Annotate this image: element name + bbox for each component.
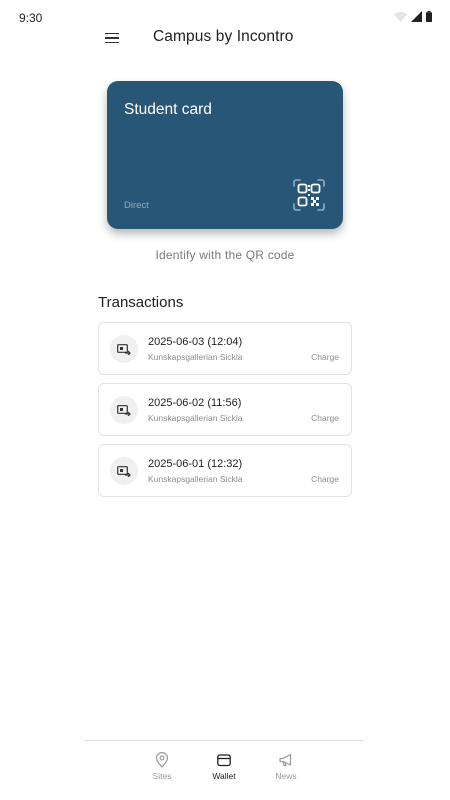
nav-label-wallet: Wallet (212, 771, 236, 781)
transaction-date: 2025-06-03 (12:04) (148, 336, 243, 348)
menu-icon-line (105, 37, 119, 39)
signal-icon (411, 11, 422, 22)
menu-button[interactable] (102, 28, 122, 48)
app-bar: Campus by Incontro (0, 22, 450, 54)
battery-icon (426, 11, 432, 22)
transaction-place: Kunskapsgallerian Sickla (148, 413, 243, 423)
transaction-place: Kunskapsgallerian Sickla (148, 474, 243, 484)
qr-caption: Identify with the QR code (155, 248, 295, 262)
qr-code-icon[interactable] (293, 179, 325, 211)
menu-icon-line (105, 32, 119, 35)
megaphone-icon (279, 753, 292, 767)
map-pin-icon (155, 752, 169, 768)
transaction-list: 2025-06-03 (12:04) Kunskapsgallerian Sic… (98, 322, 352, 505)
nav-item-wallet[interactable]: Wallet (202, 752, 246, 781)
nav-label-news: News (275, 771, 297, 781)
transaction-type: Charge (311, 413, 339, 423)
transactions-title: Transactions (98, 294, 184, 311)
transaction-row[interactable]: 2025-06-03 (12:04) Kunskapsgallerian Sic… (98, 322, 352, 375)
transaction-date: 2025-06-01 (12:32) (148, 458, 243, 470)
bottom-divider (85, 740, 363, 741)
nav-label-sites: Sites (152, 771, 172, 781)
transaction-type: Charge (311, 352, 339, 362)
card-title: Student card (124, 101, 212, 118)
transaction-row[interactable]: 2025-06-02 (11:56) Kunskapsgallerian Sic… (98, 383, 352, 436)
payment-icon (110, 335, 138, 363)
payment-icon (110, 396, 138, 424)
wifi-icon (394, 11, 407, 22)
nav-item-sites[interactable]: Sites (140, 752, 184, 781)
app-title: Campus by Incontro (153, 28, 294, 45)
status-icons (394, 11, 432, 22)
transaction-row[interactable]: 2025-06-01 (12:32) Kunskapsgallerian Sic… (98, 444, 352, 497)
wallet-icon (217, 754, 231, 767)
transaction-date: 2025-06-02 (11:56) (148, 397, 242, 409)
payment-icon (110, 457, 138, 485)
transaction-place: Kunskapsgallerian Sickla (148, 352, 243, 362)
student-card[interactable]: Student card Direct (107, 81, 343, 229)
bottom-nav: Sites Wallet News (0, 748, 450, 788)
nav-item-news[interactable]: News (264, 752, 308, 781)
card-subtitle: Direct (124, 200, 149, 211)
menu-icon-line (105, 41, 119, 44)
transaction-type: Charge (311, 474, 339, 484)
